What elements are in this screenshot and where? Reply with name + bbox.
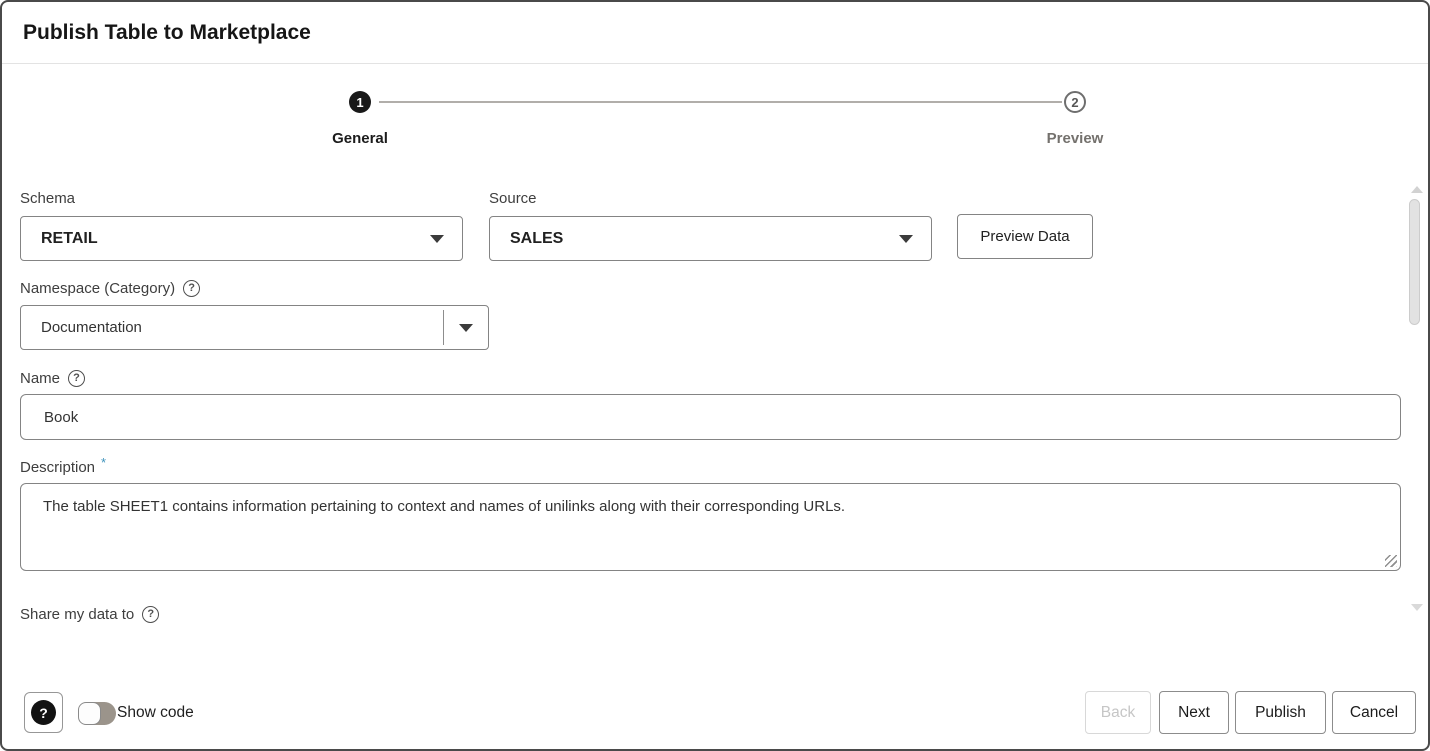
- show-code-toggle[interactable]: [78, 702, 116, 725]
- question-mark-icon: ?: [31, 700, 56, 725]
- namespace-label: Namespace (Category) ?: [20, 278, 200, 298]
- cancel-button[interactable]: Cancel: [1332, 691, 1416, 734]
- dialog-header: Publish Table to Marketplace: [2, 2, 1428, 64]
- namespace-combobox[interactable]: Documentation: [20, 305, 489, 350]
- namespace-value: Documentation: [41, 319, 142, 336]
- required-marker: *: [101, 455, 106, 470]
- toggle-knob[interactable]: [78, 702, 101, 725]
- step-1-label: General: [300, 130, 420, 147]
- chevron-down-icon: [899, 235, 913, 243]
- step-2-number: 2: [1071, 95, 1078, 110]
- chevron-down-icon: [430, 235, 444, 243]
- scrollbar-up-arrow-icon[interactable]: [1411, 186, 1423, 193]
- scrollbar-down-arrow-icon[interactable]: [1411, 604, 1423, 611]
- step-2-indicator[interactable]: 2: [1064, 91, 1086, 113]
- schema-selected-value: RETAIL: [41, 230, 98, 248]
- source-selected-value: SALES: [510, 230, 563, 248]
- combobox-divider: [443, 310, 444, 345]
- textarea-resize-handle-icon[interactable]: [1385, 555, 1397, 567]
- stepper-connector-line: [379, 101, 1062, 103]
- description-label: Description *: [20, 457, 106, 477]
- show-code-label: Show code: [117, 704, 194, 722]
- scrollbar-thumb[interactable]: [1409, 199, 1420, 325]
- preview-data-button[interactable]: Preview Data: [957, 214, 1093, 259]
- step-2-label: Preview: [1015, 130, 1135, 147]
- help-icon[interactable]: ?: [68, 370, 85, 387]
- help-icon[interactable]: ?: [142, 606, 159, 623]
- next-button[interactable]: Next: [1159, 691, 1229, 734]
- schema-select[interactable]: RETAIL: [20, 216, 463, 261]
- publish-table-dialog: Publish Table to Marketplace 1 2 General…: [0, 0, 1430, 751]
- schema-label: Schema: [20, 188, 75, 208]
- step-1-number: 1: [356, 95, 363, 110]
- step-1-indicator[interactable]: 1: [349, 91, 371, 113]
- chevron-down-icon[interactable]: [459, 324, 473, 332]
- source-select[interactable]: SALES: [489, 216, 932, 261]
- description-textarea[interactable]: The table SHEET1 contains information pe…: [20, 483, 1401, 571]
- share-my-data-label: Share my data to ?: [20, 604, 159, 624]
- back-button[interactable]: Back: [1085, 691, 1151, 734]
- name-input[interactable]: [20, 394, 1401, 440]
- publish-button[interactable]: Publish: [1235, 691, 1326, 734]
- name-label: Name ?: [20, 368, 85, 388]
- help-button[interactable]: ?: [24, 692, 63, 733]
- help-icon[interactable]: ?: [183, 280, 200, 297]
- source-label: Source: [489, 188, 537, 208]
- dialog-title: Publish Table to Marketplace: [23, 21, 311, 45]
